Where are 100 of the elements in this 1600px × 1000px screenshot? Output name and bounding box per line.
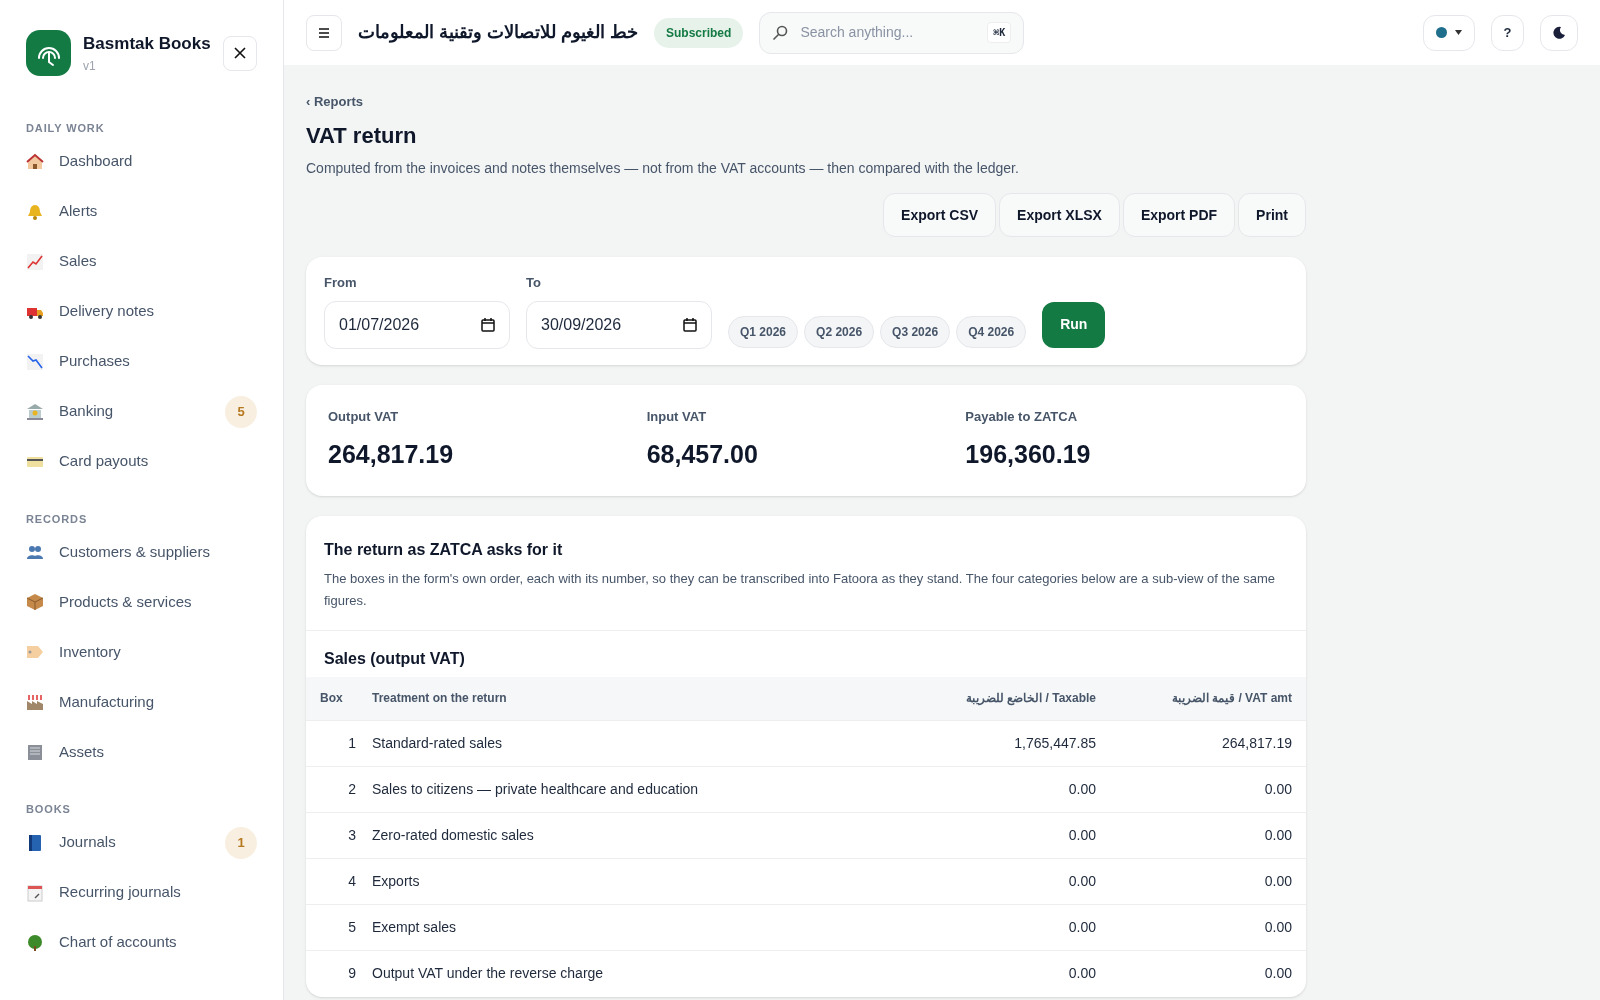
table-cell: 0.00	[1096, 950, 1306, 997]
chart-icon	[26, 252, 44, 271]
export-button[interactable]: Export PDF	[1122, 193, 1236, 237]
company-name: خط الغيوم للاتصالات وتقنية المعلومات	[358, 21, 638, 45]
page-subtitle: Computed from the invoices and notes themselves — not from the VAT accounts — then compared with the ledger.	[306, 159, 1020, 178]
table-cell: Exempt sales	[372, 904, 716, 951]
table-cell: 0.00	[1096, 858, 1306, 905]
bank-icon	[26, 402, 44, 421]
date-field[interactable]: 30/09/2026	[526, 300, 712, 349]
table-cell: 2	[306, 766, 372, 813]
table-cell: Zero-rated domestic sales	[372, 812, 716, 859]
page-title: VAT return	[306, 122, 418, 150]
sidebar-item[interactable]: Card payouts	[26, 436, 257, 487]
export-button[interactable]: Export XLSX	[999, 193, 1120, 237]
quarter-chip[interactable]: Q3 2026	[880, 315, 951, 348]
date-field[interactable]: 01/07/2026	[324, 300, 510, 349]
field-label: From	[324, 274, 358, 292]
moon-icon	[1552, 25, 1566, 40]
table-cell: 1,765,447.85	[716, 720, 1096, 767]
table-cell: 0.00	[716, 766, 1096, 813]
metric-label: Payable to ZATCA	[965, 407, 1079, 426]
chart-icon	[26, 352, 44, 371]
metric-label: Output VAT	[328, 407, 400, 426]
sidebar-item[interactable]: Assets	[26, 727, 257, 777]
count-badge: 1	[225, 826, 257, 859]
table-cell: Sales to citizens — private healthcare and education	[372, 766, 716, 813]
sidebar-item[interactable]: Dashboard	[26, 136, 257, 187]
dark-mode-button[interactable]	[1540, 14, 1578, 51]
logo-icon	[26, 30, 72, 76]
section-heading: BOOKS	[26, 802, 72, 817]
sidebar-item[interactable]: Alerts	[26, 186, 257, 237]
metric-label: Input VAT	[646, 407, 708, 426]
shortcut-hint: ⌘K	[987, 22, 1012, 43]
search-field[interactable]: Search anything...	[800, 22, 976, 43]
sidebar-item[interactable]: Manufacturing	[26, 677, 257, 727]
column-header: الخاضع للضريبة / Taxable	[716, 676, 1096, 721]
sidebar-item[interactable]: Chart of accounts	[26, 917, 257, 968]
table-cell: 0.00	[716, 950, 1096, 997]
sidebar-item[interactable]: Journals 1	[26, 817, 257, 868]
section-description: The boxes in the form's own order, each with its number, so they can be transcribed into Fatoora as they stand. The four categories below are a sub-view of the same figures.	[324, 569, 1277, 610]
subscription-badge: Subscribed	[654, 17, 744, 48]
field-label: To	[526, 274, 542, 292]
sidebar-item[interactable]: Inventory	[26, 627, 257, 677]
table-cell: 4	[306, 858, 372, 905]
building-icon	[26, 743, 44, 761]
sidebar-item[interactable]: Products & services	[26, 577, 257, 627]
section-heading: RECORDS	[26, 511, 89, 527]
export-button[interactable]: Export CSV	[883, 193, 997, 237]
search-box[interactable]: Search anything... ⌘K	[759, 11, 1025, 54]
version-label: v1	[83, 57, 97, 75]
table-cell: 264,817.19	[1096, 720, 1306, 767]
house-icon	[26, 152, 44, 171]
breadcrumb-link[interactable]: ‹ Reports	[306, 94, 364, 109]
section-title: The return as ZATCA asks for it	[324, 539, 564, 560]
tag-icon	[26, 643, 44, 661]
sidebar-item[interactable]: Purchases	[26, 336, 257, 387]
export-button[interactable]: Print	[1238, 193, 1306, 237]
search-icon	[772, 24, 789, 41]
menu-icon	[318, 27, 330, 38]
run-button[interactable]: Run	[1042, 301, 1106, 348]
sidebar-item[interactable]: Recurring journals	[26, 867, 257, 918]
table-cell: 0.00	[716, 812, 1096, 859]
help-button[interactable]: ?	[1491, 14, 1524, 51]
quarter-chip[interactable]: Q1 2026	[728, 315, 799, 348]
table-cell: Exports	[372, 858, 716, 905]
table-cell: 5	[306, 904, 372, 951]
table-cell: 0.00	[716, 858, 1096, 905]
bell-icon	[26, 202, 44, 221]
tree-icon	[26, 933, 44, 952]
table-cell: Output VAT under the reverse charge	[372, 950, 716, 997]
calendar-icon	[683, 317, 697, 332]
sidebar-item[interactable]: Sales	[26, 236, 257, 287]
table-cell: 0.00	[1096, 904, 1306, 951]
section-heading: DAILY WORK	[26, 121, 106, 136]
calendar-icon	[26, 883, 44, 902]
caret-icon	[1455, 30, 1462, 35]
book-icon	[26, 833, 44, 852]
metric-value: 68,457.00	[646, 439, 759, 470]
table-cell: 1	[306, 720, 372, 767]
brand-name: Basmtak Books	[83, 33, 211, 56]
factory-icon	[26, 693, 44, 711]
sidebar-item[interactable]: Customers & suppliers	[26, 527, 257, 577]
quarter-chip[interactable]: Q4 2026	[956, 315, 1027, 348]
close-button[interactable]	[222, 35, 257, 71]
table-cell: 0.00	[1096, 766, 1306, 813]
column-header: Treatment on the return	[372, 676, 716, 721]
table-cell: 0.00	[716, 904, 1096, 951]
sidebar-item[interactable]: Banking 5	[26, 386, 257, 437]
table-cell: 3	[306, 812, 372, 859]
menu-button[interactable]	[306, 14, 342, 51]
table-title: Sales (output VAT)	[323, 648, 466, 669]
table-cell: 9	[306, 950, 372, 997]
metric-value: 196,360.19	[965, 439, 1092, 470]
count-badge: 5	[225, 395, 257, 428]
people-icon	[26, 543, 44, 561]
sidebar-item[interactable]: Delivery notes	[26, 286, 257, 337]
column-header: Box	[306, 676, 372, 721]
metric-value: 264,817.19	[328, 439, 455, 470]
quarter-chip[interactable]: Q2 2026	[804, 315, 875, 348]
theme-color-button[interactable]	[1423, 14, 1475, 51]
